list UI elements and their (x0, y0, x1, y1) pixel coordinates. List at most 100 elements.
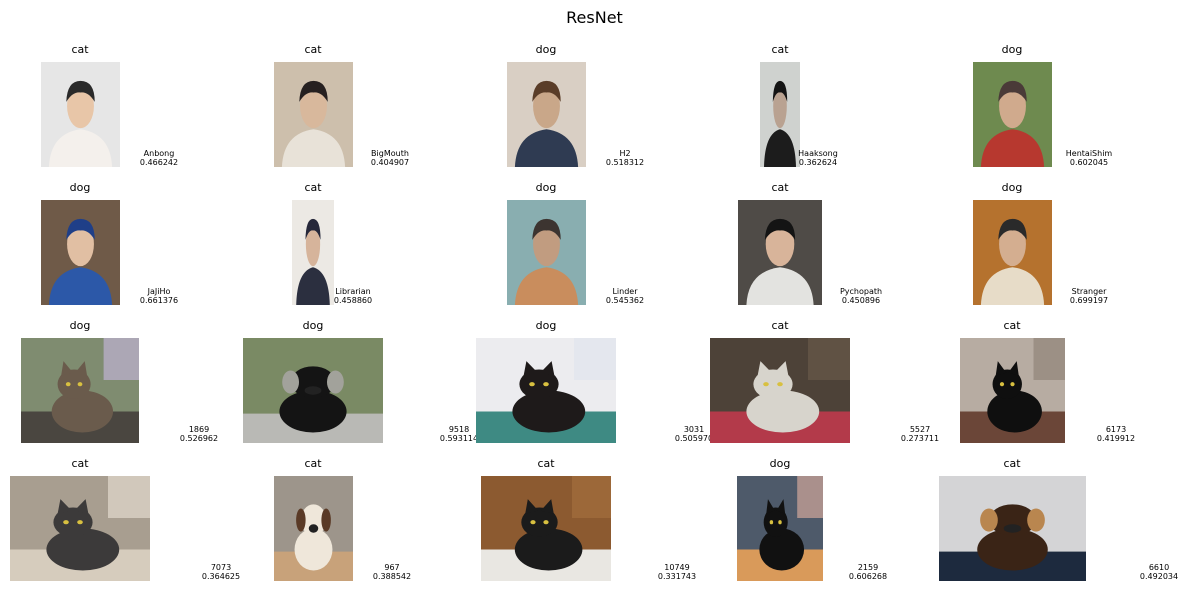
image-name: JaJiHo (147, 287, 171, 296)
image-caption: JaJiHo 0.661376 (140, 287, 178, 305)
cat-photo (959, 338, 1065, 443)
prediction-label: dog (69, 319, 91, 332)
confidence-score: 0.593114 (439, 434, 479, 443)
prediction-label: dog (69, 181, 91, 194)
prediction-label: cat (304, 181, 322, 194)
prediction-label: cat (1003, 457, 1021, 470)
image-caption: BigMouth 0.404907 (371, 149, 409, 167)
cat-photo (737, 476, 823, 581)
image-caption: 10749 0.331743 (658, 563, 696, 581)
person-photo (738, 200, 822, 305)
image-caption: 6173 0.419912 (1097, 425, 1135, 443)
image-caption: Anbong 0.466242 (140, 149, 178, 167)
person-photo (760, 62, 800, 167)
image-name: 9518 (448, 425, 470, 434)
image-name: 7073 (210, 563, 232, 572)
cat-photo (710, 338, 850, 443)
image-caption: 9518 0.593114 (440, 425, 478, 443)
person-photo (506, 62, 586, 167)
image-caption: 1869 0.526962 (180, 425, 218, 443)
image-caption: H2 0.518312 (606, 149, 644, 167)
cat-photo (476, 338, 616, 443)
dog-photo (273, 476, 353, 581)
confidence-score: 0.505970 (674, 434, 714, 443)
confidence-score: 0.419912 (1096, 434, 1136, 443)
confidence-score: 0.518312 (605, 158, 645, 167)
confidence-score: 0.450896 (841, 296, 881, 305)
image-caption: 2159 0.606268 (849, 563, 887, 581)
dog-photo (938, 476, 1086, 581)
image-name: 10749 (664, 563, 690, 572)
confidence-score: 0.466242 (139, 158, 179, 167)
image-caption: 5527 0.273711 (901, 425, 939, 443)
confidence-score: 0.526962 (179, 434, 219, 443)
confidence-score: 0.606268 (848, 572, 888, 581)
prediction-label: cat (771, 319, 789, 332)
prediction-label: dog (769, 457, 791, 470)
cat-photo (21, 338, 139, 443)
confidence-score: 0.492034 (1139, 572, 1179, 581)
prediction-label: dog (535, 181, 557, 194)
image-name: 6173 (1105, 425, 1127, 434)
image-caption: HentaiShim 0.602045 (1066, 149, 1112, 167)
image-caption: 7073 0.364625 (202, 563, 240, 581)
person-photo (506, 200, 586, 305)
confidence-score: 0.545362 (605, 296, 645, 305)
confidence-score: 0.331743 (657, 572, 697, 581)
confidence-score: 0.273711 (900, 434, 940, 443)
image-name: Librarian (335, 287, 371, 296)
image-name: Haaksong (798, 149, 838, 158)
dog-photo (243, 338, 383, 443)
prediction-label: cat (71, 457, 89, 470)
image-caption: Linder 0.545362 (606, 287, 644, 305)
image-name: H2 (619, 149, 631, 158)
prediction-label: cat (304, 43, 322, 56)
confidence-score: 0.362624 (798, 158, 838, 167)
image-name: 1869 (188, 425, 210, 434)
prediction-label: cat (771, 43, 789, 56)
confidence-score: 0.404907 (370, 158, 410, 167)
confidence-score: 0.364625 (201, 572, 241, 581)
image-caption: 967 0.388542 (373, 563, 411, 581)
confidence-score: 0.602045 (1069, 158, 1109, 167)
person-photo (40, 62, 120, 167)
image-caption: 3031 0.505970 (675, 425, 713, 443)
prediction-label: cat (71, 43, 89, 56)
image-name: 3031 (683, 425, 705, 434)
person-photo (972, 200, 1052, 305)
image-caption: Librarian 0.458860 (334, 287, 372, 305)
prediction-label: cat (304, 457, 322, 470)
image-name: BigMouth (371, 149, 409, 158)
prediction-label: cat (1003, 319, 1021, 332)
image-name: Linder (612, 287, 638, 296)
confidence-score: 0.458860 (333, 296, 373, 305)
confidence-score: 0.388542 (372, 572, 412, 581)
prediction-label: dog (1001, 181, 1023, 194)
image-name: Pychopath (839, 287, 883, 296)
person-photo (972, 62, 1052, 167)
person-photo (40, 200, 120, 305)
prediction-label: cat (771, 181, 789, 194)
cat-photo (481, 476, 611, 581)
image-name: 2159 (857, 563, 879, 572)
image-caption: Stranger 0.699197 (1070, 287, 1108, 305)
prediction-label: dog (535, 43, 557, 56)
image-name: Anbong (143, 149, 175, 158)
prediction-label: dog (1001, 43, 1023, 56)
cat-photo (10, 476, 150, 581)
person-photo (292, 200, 334, 305)
image-name: 967 (384, 563, 400, 572)
image-caption: Pychopath 0.450896 (840, 287, 882, 305)
image-name: HentaiShim (1065, 149, 1113, 158)
image-caption: 6610 0.492034 (1140, 563, 1178, 581)
prediction-label: dog (302, 319, 324, 332)
person-photo (273, 62, 353, 167)
confidence-score: 0.699197 (1069, 296, 1109, 305)
prediction-label: cat (537, 457, 555, 470)
prediction-label: dog (535, 319, 557, 332)
image-name: 5527 (909, 425, 931, 434)
figure-title: ResNet (566, 8, 623, 27)
image-name: Stranger (1071, 287, 1107, 296)
image-caption: Haaksong 0.362624 (798, 149, 838, 167)
image-name: 6610 (1148, 563, 1170, 572)
